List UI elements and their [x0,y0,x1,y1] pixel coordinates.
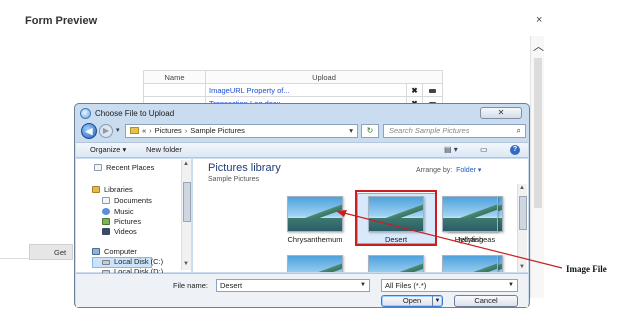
file-item-chrysanthemum[interactable]: Chrysanthemum [280,196,350,244]
file-name-label: Chrysanthemum [287,235,343,244]
scroll-thumb[interactable] [519,196,527,230]
refresh-icon[interactable]: ↻ [361,124,379,138]
disk-icon [102,260,110,265]
search-input[interactable]: Search Sample Pictures ⌕ [383,124,526,138]
file-name-field-label: File name: [173,281,209,290]
file-name-value: Desert [220,281,243,290]
table-row: ImageURL Property of... ✖ [143,83,443,97]
cancel-button[interactable]: Cancel [454,295,518,307]
search-icon[interactable]: ⌕ [517,125,521,137]
nav-item-pictures[interactable]: Pictures [102,217,141,226]
breadcrumb-item-sample-pictures[interactable]: Sample Pictures [190,126,245,135]
file-type-value: All Files (*.*) [385,281,427,290]
help-icon[interactable]: ? [510,145,520,155]
nav-item-documents[interactable]: Documents [102,196,152,205]
open-options-chevron-icon[interactable]: ▼ [432,296,442,306]
image-thumbnail [368,255,424,272]
annotation-label: Image File [566,264,607,274]
choose-file-dialog: Choose File to Upload ✕ ◀ ▶ ▾ «› Pictures… [74,103,530,308]
file-name-label: Jellyfish [456,235,484,244]
folder-icon [130,127,139,134]
recent-locations-chevron-icon[interactable]: ▾ [116,126,120,134]
nav-item-music[interactable]: Music [102,207,134,216]
new-folder-button[interactable]: New folder [146,145,182,154]
chevron-down-icon[interactable]: ▼ [360,280,366,291]
library-title: Pictures library [208,162,281,174]
scroll-down-icon[interactable]: ▼ [183,261,189,267]
chevron-down-icon[interactable]: ▼ [508,280,514,291]
nav-item-videos[interactable]: Videos [102,227,137,236]
form-preview-close-button[interactable]: × [536,14,542,26]
column-header-upload: Upload [204,70,444,84]
computer-icon [92,248,100,255]
arrange-by: Arrange by: Folder ▾ [416,166,481,174]
nav-item-recent-places[interactable]: Recent Places [94,163,154,172]
arrange-by-label: Arrange by: [416,167,453,174]
form-preview-title: Form Preview [25,15,98,27]
file-item-row2-4[interactable] [437,255,503,272]
scroll-up-icon[interactable]: ▲ [183,161,189,167]
music-icon [102,208,110,215]
dialog-toolbar: Organize ▾ New folder ▤ ▾ ▭ ? [76,142,528,158]
breadcrumb-separator: › [184,126,188,135]
uploaded-file-link[interactable]: ImageURL Property of... [204,83,408,97]
arrange-by-dropdown[interactable]: Folder ▾ [456,167,481,174]
back-arrow-icon[interactable]: ◀ [81,123,97,139]
file-item-row2-1[interactable] [280,255,350,272]
image-thumbnail [442,255,498,272]
image-thumbnail [442,196,498,232]
dialog-close-button[interactable]: ✕ [480,107,522,119]
nav-item-local-disk-d[interactable]: Local Disk (D:) [102,267,163,276]
open-button[interactable]: Open ▼ [381,295,443,307]
nav-item-computer[interactable]: Computer [92,247,137,256]
scroll-up-icon[interactable]: ︿ [533,38,544,54]
file-list-scrollbar[interactable]: ▲ ▼ [517,184,527,272]
image-thumbnail [287,255,343,272]
download-tray-icon[interactable] [422,83,443,97]
navigation-pane: Recent Places Libraries Documents Music … [76,159,192,276]
breadcrumb-item-pictures[interactable]: Pictures [155,126,182,135]
pictures-icon [102,218,110,225]
file-type-select[interactable]: All Files (*.*) ▼ [381,279,518,292]
forward-arrow-icon[interactable]: ▶ [99,124,113,138]
chevron-down-icon[interactable]: ▾ [349,125,353,137]
videos-icon [102,228,110,235]
dialog-footer: File name: Desert ▼ All Files (*.*) ▼ Op… [76,273,528,307]
organize-menu[interactable]: Organize ▾ [90,145,126,154]
open-button-label: Open [402,296,422,305]
nav-item-local-disk-c[interactable]: Local Disk (C:) [102,257,163,266]
remove-file-icon[interactable]: ✖ [406,83,423,97]
change-view-icon[interactable]: ▤ ▾ [444,145,458,154]
address-bar[interactable]: «› Pictures › Sample Pictures ▾ [125,124,358,138]
breadcrumb-overflow[interactable]: « [142,126,146,135]
breadcrumb-separator: › [149,126,152,135]
dialog-title: Choose File to Upload [95,109,175,118]
scroll-thumb[interactable] [183,182,191,222]
recent-places-icon [94,164,102,171]
scroll-down-icon[interactable]: ▼ [519,264,525,270]
column-header-name: Name [143,70,206,84]
nav-scrollbar[interactable]: ▲ ▼ [181,160,191,270]
image-thumbnail [287,196,343,232]
scroll-thumb[interactable] [534,58,542,208]
library-subtitle: Sample Pictures [208,176,259,183]
dialog-app-icon [80,108,91,119]
search-placeholder: Search Sample Pictures [389,126,470,135]
scroll-up-icon[interactable]: ▲ [519,185,525,191]
file-name-input[interactable]: Desert ▼ [216,279,370,292]
preview-pane-icon[interactable]: ▭ [480,145,488,154]
nav-item-libraries[interactable]: Libraries [92,185,133,194]
table-cell-name [143,83,206,97]
libraries-icon [92,186,100,193]
documents-icon [102,197,110,204]
file-item-row2-2[interactable] [361,255,431,272]
annotation-highlight-box [355,190,437,246]
file-item-jellyfish[interactable]: Jellyfish [437,196,503,244]
get-button[interactable]: Get [29,244,73,260]
form-preview-scrollbar[interactable]: ︿ [530,36,544,298]
